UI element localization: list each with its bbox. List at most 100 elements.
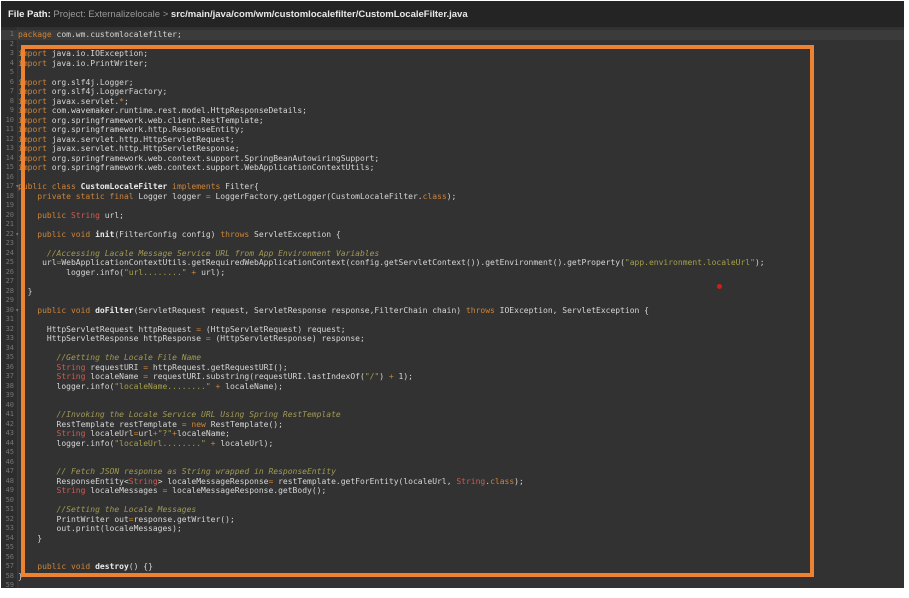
line-number: 35 xyxy=(1,353,18,363)
code-line[interactable]: 40 xyxy=(1,401,904,411)
code-line-text: public void init(FilterConfig config) th… xyxy=(18,230,904,240)
code-line[interactable]: 27 xyxy=(1,277,904,287)
line-number: 7 xyxy=(1,87,18,97)
code-line[interactable]: 12import javax.servlet.http.HttpServletR… xyxy=(1,135,904,145)
line-number: 21 xyxy=(1,220,18,230)
line-number: 44 xyxy=(1,439,18,449)
code-line[interactable]: 8import javax.servlet.*; xyxy=(1,97,904,107)
code-line[interactable]: 41 //Invoking the Locale Service URL Usi… xyxy=(1,410,904,420)
code-line-text: ResponseEntity<String> localeMessageResp… xyxy=(18,477,904,487)
code-line[interactable]: 19 xyxy=(1,201,904,211)
line-number: 47 xyxy=(1,467,18,477)
code-line[interactable]: 20 public String url; xyxy=(1,211,904,221)
line-number: 38 xyxy=(1,382,18,392)
line-number: 22▾ xyxy=(1,230,18,240)
code-line[interactable]: 54 } xyxy=(1,534,904,544)
code-line[interactable]: 47 // Fetch JSON response as String wrap… xyxy=(1,467,904,477)
code-line[interactable]: 18 private static final Logger logger = … xyxy=(1,192,904,202)
fold-marker-icon[interactable]: ▾ xyxy=(15,306,19,316)
fold-marker-icon[interactable]: ▾ xyxy=(15,230,19,240)
code-line[interactable]: 55 xyxy=(1,543,904,553)
code-line[interactable]: 21 xyxy=(1,220,904,230)
code-line[interactable]: 50 xyxy=(1,496,904,506)
code-line[interactable]: 38 logger.info("localeName........" + lo… xyxy=(1,382,904,392)
project-breadcrumb: Project: Externalizelocale > xyxy=(51,9,171,20)
line-number: 33 xyxy=(1,334,18,344)
code-line[interactable]: 17▾public class CustomLocaleFilter imple… xyxy=(1,182,904,192)
code-line[interactable]: 52 PrintWriter out=response.getWriter(); xyxy=(1,515,904,525)
line-number: 11 xyxy=(1,125,18,135)
code-line-text: import org.slf4j.Logger; xyxy=(18,78,904,88)
code-line[interactable]: 11import org.springframework.http.Respon… xyxy=(1,125,904,135)
line-number: 12 xyxy=(1,135,18,145)
code-line[interactable]: 7import org.slf4j.LoggerFactory; xyxy=(1,87,904,97)
code-line[interactable]: 56 xyxy=(1,553,904,563)
code-line[interactable]: 24 //Accessing Lacale Message Service UR… xyxy=(1,249,904,259)
code-line[interactable]: 34 xyxy=(1,344,904,354)
code-line[interactable]: 5 xyxy=(1,68,904,78)
code-line[interactable]: 37 String localeName = requestURI.substr… xyxy=(1,372,904,382)
code-line[interactable]: 32 HttpServletRequest httpRequest = (Htt… xyxy=(1,325,904,335)
code-line[interactable]: 22▾ public void init(FilterConfig config… xyxy=(1,230,904,240)
code-line[interactable]: 30▾ public void doFilter(ServletRequest … xyxy=(1,306,904,316)
code-line[interactable]: 33 HttpServletResponse httpResponse = (H… xyxy=(1,334,904,344)
code-line[interactable]: 13import javax.servlet.http.HttpServletR… xyxy=(1,144,904,154)
code-line-text xyxy=(18,581,904,588)
line-number: 42 xyxy=(1,420,18,430)
code-line[interactable]: 16 xyxy=(1,173,904,183)
code-line[interactable]: 42 RestTemplate restTemplate = new RestT… xyxy=(1,420,904,430)
code-line-text xyxy=(18,344,904,354)
code-line[interactable]: 48 ResponseEntity<String> localeMessageR… xyxy=(1,477,904,487)
code-line-text: import java.io.IOException; xyxy=(18,49,904,59)
code-line[interactable]: 46 xyxy=(1,458,904,468)
code-line[interactable]: 35 //Getting the Locale File Name xyxy=(1,353,904,363)
line-number: 32 xyxy=(1,325,18,335)
line-number: 31 xyxy=(1,315,18,325)
code-line[interactable]: 58} xyxy=(1,572,904,582)
code-line[interactable]: 3import java.io.IOException; xyxy=(1,49,904,59)
code-line-text xyxy=(18,401,904,411)
line-number: 59 xyxy=(1,581,18,588)
code-line[interactable]: 4import java.io.PrintWriter; xyxy=(1,59,904,69)
code-line[interactable]: 10import org.springframework.web.client.… xyxy=(1,116,904,126)
code-line[interactable]: 45 xyxy=(1,448,904,458)
code-line-text: //Setting the Locale Messages xyxy=(18,505,904,515)
code-line[interactable]: 9import com.wavemaker.runtime.rest.model… xyxy=(1,106,904,116)
line-number: 29 xyxy=(1,296,18,306)
code-line-text xyxy=(18,315,904,325)
line-number: 4 xyxy=(1,59,18,69)
code-line-text xyxy=(18,553,904,563)
code-editor[interactable]: 1package com.wm.customlocalefilter;23imp… xyxy=(1,27,904,588)
code-line[interactable]: 14import org.springframework.web.context… xyxy=(1,154,904,164)
fold-marker-icon[interactable]: ▾ xyxy=(15,182,19,192)
code-line-text xyxy=(18,68,904,78)
code-line[interactable]: 59 xyxy=(1,581,904,588)
code-line[interactable]: 2 xyxy=(1,40,904,50)
code-area[interactable]: 1package com.wm.customlocalefilter;23imp… xyxy=(1,30,904,588)
code-line[interactable]: 15import org.springframework.web.context… xyxy=(1,163,904,173)
code-line[interactable]: 6import org.slf4j.Logger; xyxy=(1,78,904,88)
code-line[interactable]: 25 url=WebApplicationContextUtils.getReq… xyxy=(1,258,904,268)
code-line[interactable]: 36 String requestURI = httpRequest.getRe… xyxy=(1,363,904,373)
code-line[interactable]: 29 xyxy=(1,296,904,306)
code-line-text: String localeName = requestURI.substring… xyxy=(18,372,904,382)
code-line[interactable]: 44 logger.info("localeUrl........" + loc… xyxy=(1,439,904,449)
code-line[interactable]: 1package com.wm.customlocalefilter; xyxy=(1,30,904,40)
code-line[interactable]: 28 } xyxy=(1,287,904,297)
code-line[interactable]: 23 xyxy=(1,239,904,249)
code-line-text xyxy=(18,296,904,306)
line-number: 52 xyxy=(1,515,18,525)
code-line[interactable]: 49 String localeMessages = localeMessage… xyxy=(1,486,904,496)
code-line[interactable]: 26 logger.info("url........" + url); xyxy=(1,268,904,278)
code-line[interactable]: 53 out.print(localeMessages); xyxy=(1,524,904,534)
line-number: 41 xyxy=(1,410,18,420)
code-line-text: } xyxy=(18,287,904,297)
code-line[interactable]: 39 xyxy=(1,391,904,401)
code-line[interactable]: 31 xyxy=(1,315,904,325)
line-number: 20 xyxy=(1,211,18,221)
line-number: 49 xyxy=(1,486,18,496)
code-line[interactable]: 57 public void destroy() {} xyxy=(1,562,904,572)
code-line[interactable]: 51 //Setting the Locale Messages xyxy=(1,505,904,515)
code-line[interactable]: 43 String localeUrl=url+"?"+localeName; xyxy=(1,429,904,439)
line-number: 23 xyxy=(1,239,18,249)
